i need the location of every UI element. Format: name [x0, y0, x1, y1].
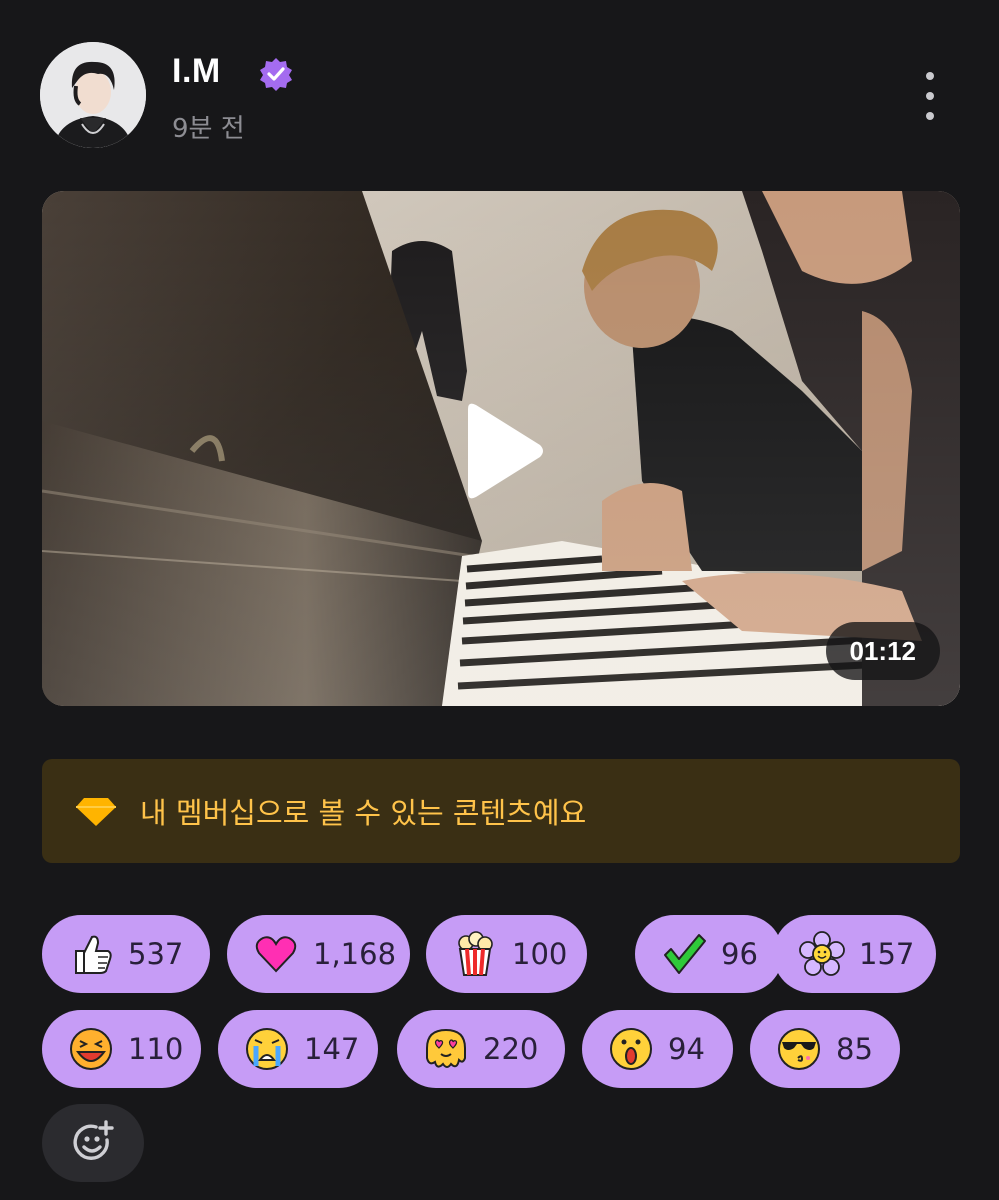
more-vertical-icon: [926, 72, 934, 80]
surprised-face-icon: [610, 1028, 652, 1070]
reaction-count: 110: [128, 1032, 184, 1066]
reaction-count: 147: [304, 1032, 360, 1066]
thumbs-up-icon: [75, 935, 112, 974]
reaction-heart[interactable]: 1,168: [227, 915, 410, 993]
popcorn-icon: [458, 931, 493, 976]
video-player[interactable]: 01:12: [42, 191, 960, 706]
reaction-count: 537: [128, 937, 184, 971]
reaction-count: 220: [483, 1032, 539, 1066]
sunglasses-face-icon: [778, 1028, 820, 1070]
reaction-crying[interactable]: 147: [218, 1010, 378, 1088]
reaction-thumbs-up[interactable]: 537: [42, 915, 210, 993]
reaction-count: 1,168: [313, 937, 397, 971]
diamond-icon: [76, 798, 116, 826]
reaction-check[interactable]: 96: [635, 915, 783, 993]
post-header: I.M 9분 전: [40, 42, 960, 152]
author-name[interactable]: I.M: [172, 52, 221, 91]
reaction-count: 85: [836, 1032, 873, 1066]
reaction-count: 100: [512, 937, 568, 971]
add-emoji-icon: [73, 1120, 114, 1160]
reaction-popcorn[interactable]: 100: [426, 915, 587, 993]
reaction-melting[interactable]: 220: [397, 1010, 565, 1088]
reaction-flower[interactable]: 157: [773, 915, 936, 993]
author-avatar[interactable]: [40, 42, 146, 148]
membership-notice: 내 멤버십으로 볼 수 있는 콘텐츠예요: [42, 759, 960, 863]
play-icon[interactable]: [462, 401, 546, 501]
verified-badge-icon: [260, 58, 292, 91]
post-timestamp: 9분 전: [172, 114, 245, 144]
heart-icon: [255, 936, 297, 973]
reaction-count: 157: [859, 937, 915, 971]
check-mark-icon: [664, 934, 706, 974]
add-reaction-button[interactable]: [42, 1104, 144, 1182]
reaction-sunglasses[interactable]: 85: [750, 1010, 900, 1088]
melting-heart-eyes-icon: [426, 1028, 466, 1068]
crying-face-icon: [246, 1028, 288, 1070]
more-options-button[interactable]: [916, 72, 944, 120]
flower-icon: [799, 931, 845, 976]
video-duration: 01:12: [825, 622, 940, 680]
membership-notice-text: 내 멤버십으로 볼 수 있는 콘텐츠예요: [140, 796, 587, 830]
laughing-face-icon: [70, 1028, 112, 1070]
reaction-laughing[interactable]: 110: [42, 1010, 201, 1088]
reaction-count: 94: [668, 1032, 705, 1066]
reaction-count: 96: [721, 937, 758, 971]
reaction-surprised[interactable]: 94: [582, 1010, 733, 1088]
